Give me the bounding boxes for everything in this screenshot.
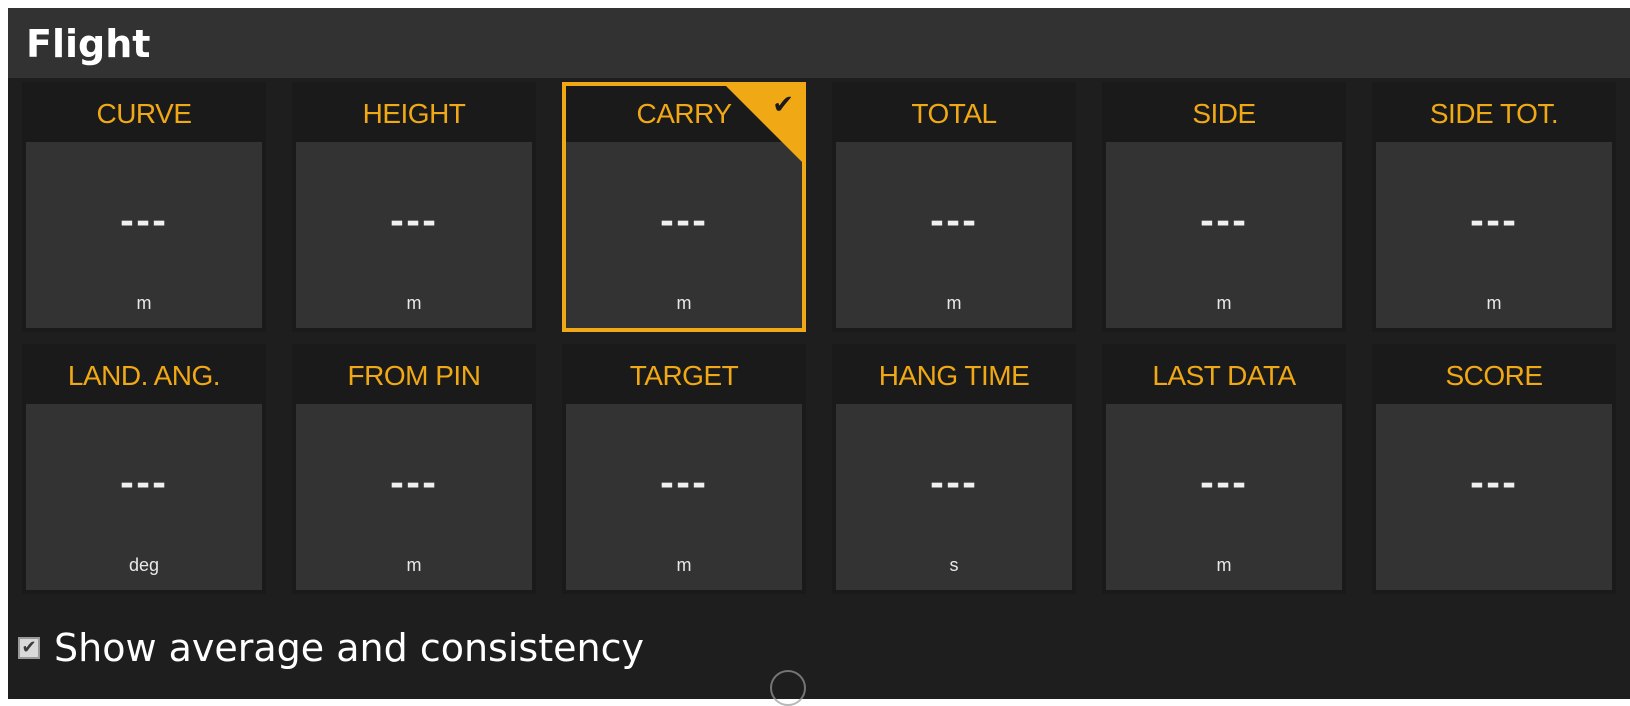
- tile-body: --- s: [836, 404, 1072, 590]
- metric-tile-from-pin[interactable]: FROM PIN --- m: [292, 344, 536, 594]
- metrics-grid: CURVE --- m HEIGHT --- m CARRY --- m ✔ T…: [22, 78, 1622, 602]
- tile-value: ---: [929, 464, 979, 504]
- tile-unit: m: [1486, 293, 1502, 313]
- tile-header: LAND. ANG.: [26, 348, 262, 404]
- tile-label: TOTAL: [911, 98, 997, 129]
- tile-body: --- m: [1106, 404, 1342, 590]
- tile-header: TOTAL: [836, 86, 1072, 142]
- tile-value: ---: [929, 202, 979, 242]
- tile-body: --- deg: [26, 404, 262, 590]
- tile-label: LAND. ANG.: [67, 360, 221, 391]
- tile-body: --- m: [1106, 142, 1342, 328]
- tile-value: ---: [119, 464, 169, 504]
- tile-label: CURVE: [96, 98, 192, 129]
- tile-header: LAST DATA: [1106, 348, 1342, 404]
- tile-body: --- m: [566, 404, 802, 590]
- tile-body: --- m: [296, 404, 532, 590]
- show-average-toggle[interactable]: ✔ Show average and consistency: [18, 620, 644, 676]
- tile-unit: m: [1216, 555, 1232, 575]
- tile-value: ---: [1199, 202, 1249, 242]
- tile-value: ---: [119, 202, 169, 242]
- metric-tile-side-total[interactable]: SIDE TOT. --- m: [1372, 82, 1616, 332]
- show-average-label: Show average and consistency: [54, 626, 644, 670]
- tile-label: SIDE TOT.: [1429, 98, 1559, 129]
- partial-circle-icon: [770, 670, 806, 706]
- selected-corner: ✔: [726, 86, 802, 162]
- panel-title: Flight: [26, 22, 151, 66]
- tile-unit: m: [946, 293, 962, 313]
- metric-tile-hang-time[interactable]: HANG TIME --- s: [832, 344, 1076, 594]
- tile-body: --- m: [296, 142, 532, 328]
- tile-unit: m: [676, 293, 692, 313]
- checkbox-checked-icon[interactable]: ✔: [18, 637, 40, 659]
- tile-header: CURVE: [26, 86, 262, 142]
- tile-unit: deg: [128, 555, 160, 575]
- tile-body: --- m: [836, 142, 1072, 328]
- tile-header: SIDE TOT.: [1376, 86, 1612, 142]
- tile-value: ---: [659, 464, 709, 504]
- metric-tile-height[interactable]: HEIGHT --- m: [292, 82, 536, 332]
- check-icon: ✔: [772, 90, 794, 120]
- tile-label: LAST DATA: [1152, 360, 1296, 391]
- tile-body: ---: [1376, 404, 1612, 590]
- tile-unit: s: [949, 555, 959, 575]
- tile-label: SCORE: [1445, 360, 1543, 391]
- metric-tile-landing-angle[interactable]: LAND. ANG. --- deg: [22, 344, 266, 594]
- tile-label: SIDE: [1192, 98, 1256, 129]
- tile-unit: m: [1216, 293, 1232, 313]
- metric-tile-score[interactable]: SCORE ---: [1372, 344, 1616, 594]
- tile-unit: m: [676, 555, 692, 575]
- tile-body: --- m: [26, 142, 262, 328]
- tile-unit: m: [406, 293, 422, 313]
- tile-value: ---: [659, 202, 709, 242]
- panel-header: Flight: [8, 8, 1630, 78]
- tile-label: HEIGHT: [362, 98, 466, 129]
- tile-value: ---: [1469, 202, 1519, 242]
- tile-value: ---: [1199, 464, 1249, 504]
- tile-unit: m: [406, 555, 422, 575]
- tile-header: HANG TIME: [836, 348, 1072, 404]
- tile-header: HEIGHT: [296, 86, 532, 142]
- checkmark-icon: ✔: [21, 637, 37, 658]
- tile-header: TARGET: [566, 348, 802, 404]
- tile-unit: m: [136, 293, 152, 313]
- tile-value: ---: [1469, 464, 1519, 504]
- tile-value: ---: [389, 202, 439, 242]
- tile-body: --- m: [1376, 142, 1612, 328]
- metric-tile-curve[interactable]: CURVE --- m: [22, 82, 266, 332]
- metric-tile-carry[interactable]: CARRY --- m ✔: [562, 82, 806, 332]
- tile-label: FROM PIN: [347, 360, 481, 391]
- tile-value: ---: [389, 464, 439, 504]
- metric-tile-target[interactable]: TARGET --- m: [562, 344, 806, 594]
- metric-tile-side[interactable]: SIDE --- m: [1102, 82, 1346, 332]
- flight-panel: Flight CURVE --- m HEIGHT --- m CARRY --…: [8, 8, 1630, 699]
- tile-body: --- m: [566, 142, 802, 328]
- tile-header: SCORE: [1376, 348, 1612, 404]
- tile-header: SIDE: [1106, 86, 1342, 142]
- tile-label: HANG TIME: [878, 360, 1030, 391]
- tile-label: CARRY: [636, 98, 732, 129]
- metric-tile-last-data[interactable]: LAST DATA --- m: [1102, 344, 1346, 594]
- tile-header: FROM PIN: [296, 348, 532, 404]
- metric-tile-total[interactable]: TOTAL --- m: [832, 82, 1076, 332]
- tile-label: TARGET: [629, 360, 739, 391]
